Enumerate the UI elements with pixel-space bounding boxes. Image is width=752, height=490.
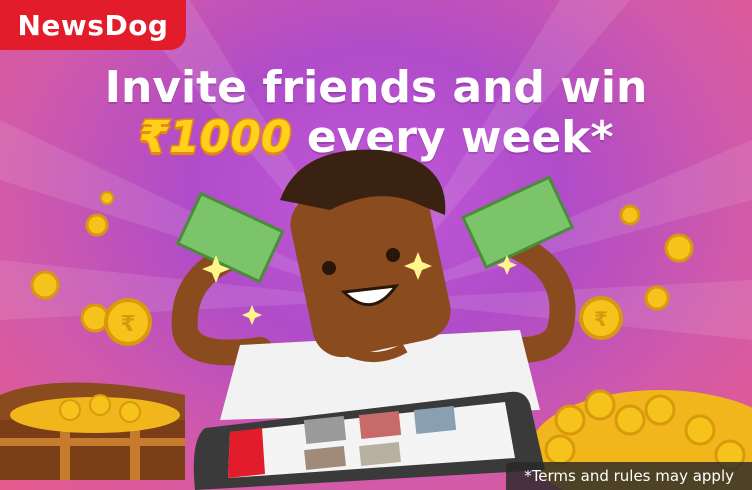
treasure-chest-icon — [0, 382, 185, 480]
man-illustration — [171, 149, 576, 420]
illustration: ₹ ₹ — [0, 149, 752, 490]
svg-text:₹: ₹ — [120, 312, 135, 337]
svg-text:₹: ₹ — [594, 307, 608, 331]
terms-disclaimer: *Terms and rules may apply — [506, 462, 752, 490]
promo-banner: NewsDog Invite friends and win ₹1000 eve… — [0, 0, 752, 490]
